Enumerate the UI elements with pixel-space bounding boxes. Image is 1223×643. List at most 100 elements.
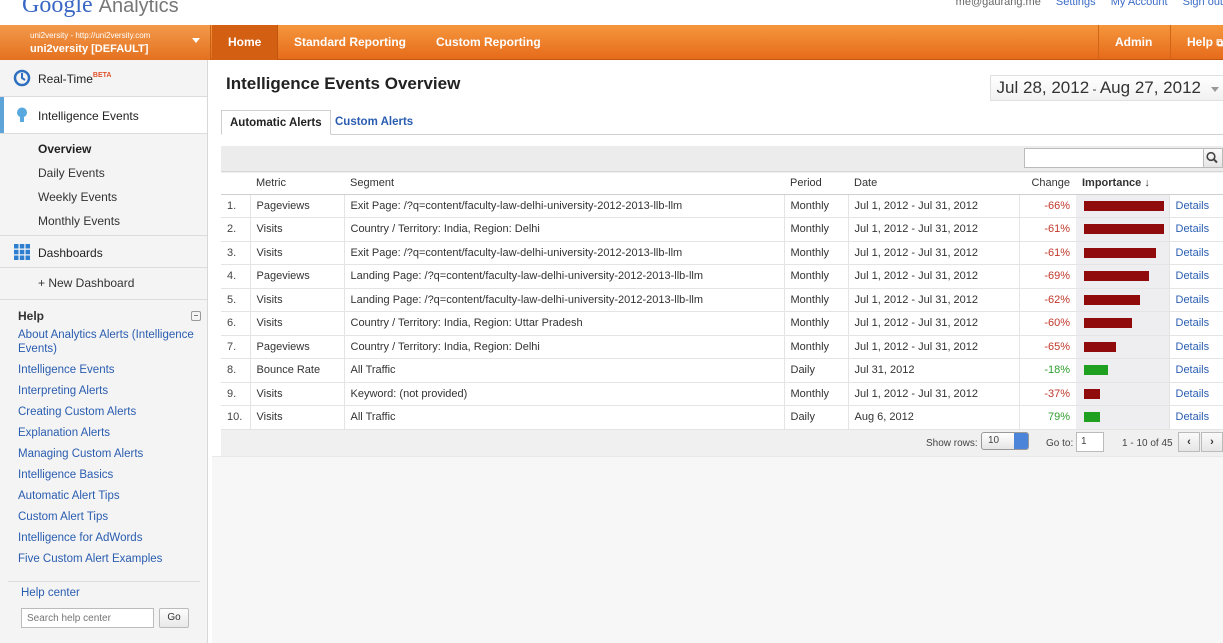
segment-cell: Exit Page: /?q=content/faculty-law-delhi…	[344, 194, 785, 218]
change-cell: -61%	[1019, 241, 1076, 265]
table-row[interactable]: 10. Visits All Traffic Daily Aug 6, 2012 79% D…	[221, 405, 1223, 430]
sidebar-item-intelligence-events[interactable]: Intelligence Events	[0, 97, 207, 134]
help-link-automatic-alert-tips[interactable]: Automatic Alert Tips	[18, 489, 199, 503]
details-link[interactable]: Details	[1169, 311, 1223, 336]
column-header-date[interactable]: Date	[848, 173, 1019, 195]
details-link[interactable]: Details	[1169, 194, 1223, 218]
alert-tabs: Automatic Alerts Custom Alerts	[221, 110, 1223, 135]
nav-help[interactable]: Help ⧉	[1170, 25, 1223, 60]
my-account-link[interactable]: My Account	[1111, 0, 1168, 8]
details-link[interactable]: Details	[1169, 335, 1223, 359]
details-link[interactable]: Details	[1169, 405, 1223, 430]
nav-custom-reporting[interactable]: Custom Reporting	[420, 25, 557, 60]
table-row[interactable]: 6. Visits Country / Territory: India, Regi…	[221, 311, 1223, 336]
sign-out-link[interactable]: Sign out	[1183, 0, 1223, 8]
column-header-segment[interactable]: Segment	[344, 173, 784, 195]
help-link-custom-alert-tips[interactable]: Custom Alert Tips	[18, 510, 199, 524]
help-center-link[interactable]: Help center	[21, 587, 80, 599]
table-row[interactable]: 7. Pageviews Country / Territory: India, R…	[221, 335, 1223, 359]
settings-link[interactable]: Settings	[1056, 0, 1096, 8]
date-cell: Jul 1, 2012 - Jul 31, 2012	[848, 241, 1020, 265]
table-row[interactable]: 8. Bounce Rate All Traffic Daily Jul 31, 201…	[221, 358, 1223, 383]
google-analytics-logo[interactable]: Google Analytics	[22, 0, 179, 19]
sidebar-subitem-overview[interactable]: Overview	[0, 137, 207, 161]
table-row[interactable]: 9. Visits Keyword: (not provided) Monthly Ju…	[221, 382, 1223, 406]
help-search-go-button[interactable]: Go	[159, 608, 189, 628]
change-cell: -65%	[1019, 335, 1076, 359]
user-email: me@gaurang.me	[955, 0, 1041, 8]
collapse-icon[interactable]: –	[191, 311, 201, 321]
importance-bar	[1084, 271, 1149, 281]
importance-bar	[1084, 412, 1100, 422]
help-link-interpreting-alerts[interactable]: Interpreting Alerts	[18, 384, 199, 398]
details-link[interactable]: Details	[1169, 288, 1223, 312]
details-link[interactable]: Details	[1169, 382, 1223, 406]
help-link-intelligence-adwords[interactable]: Intelligence for AdWords	[18, 531, 199, 545]
help-link-managing-custom-alerts[interactable]: Managing Custom Alerts	[18, 447, 199, 461]
segment-cell: All Traffic	[344, 358, 785, 383]
goto-page-input[interactable]: 1	[1076, 432, 1104, 452]
column-header-index	[221, 173, 250, 195]
table-row[interactable]: 2. Visits Country / Territory: India, Regi…	[221, 217, 1223, 242]
segment-cell: Country / Territory: India, Region: Delh…	[344, 217, 785, 242]
account-selector[interactable]: uni2versity - http://uni2versity.com uni…	[0, 25, 211, 60]
nav-standard-reporting[interactable]: Standard Reporting	[278, 25, 422, 60]
row-range: 1 - 10 of 45	[1122, 438, 1173, 449]
search-button[interactable]	[1204, 148, 1223, 168]
row-index: 2.	[221, 217, 251, 242]
help-link-intelligence-basics[interactable]: Intelligence Basics	[18, 468, 199, 482]
sidebar-subitem-weekly-events[interactable]: Weekly Events	[0, 185, 207, 209]
sidebar-subitem-daily-events[interactable]: Daily Events	[0, 161, 207, 185]
nav-admin[interactable]: Admin	[1098, 25, 1168, 60]
tab-automatic-alerts[interactable]: Automatic Alerts	[221, 110, 331, 135]
logo-analytics: Analytics	[98, 0, 179, 17]
change-cell: -69%	[1019, 264, 1076, 289]
next-page-button[interactable]: ›	[1201, 432, 1223, 452]
importance-bar	[1084, 247, 1156, 258]
column-header-metric[interactable]: Metric	[250, 173, 344, 195]
sort-arrow-icon: ↓	[1144, 177, 1150, 190]
details-link[interactable]: Details	[1169, 358, 1223, 383]
period-cell: Daily	[784, 405, 849, 430]
date-cell: Jul 1, 2012 - Jul 31, 2012	[848, 264, 1020, 289]
help-link-about-alerts[interactable]: About Analytics Alerts (Intelligence Eve…	[18, 328, 199, 356]
table-row[interactable]: 4. Pageviews Landing Page: /?q=content/fac…	[221, 264, 1223, 289]
help-link-explanation-alerts[interactable]: Explanation Alerts	[18, 426, 199, 440]
date-separator: -	[1089, 82, 1100, 96]
search-icon	[1206, 151, 1218, 164]
date-cell: Jul 1, 2012 - Jul 31, 2012	[848, 382, 1020, 406]
column-header-period[interactable]: Period	[784, 173, 848, 195]
importance-label: Importance	[1082, 177, 1142, 190]
table-row[interactable]: 5. Visits Landing Page: /?q=content/facult…	[221, 288, 1223, 312]
table-search-input[interactable]	[1024, 148, 1204, 168]
alerts-table: Metric Segment Period Date Change Import…	[221, 173, 1223, 430]
nav-home[interactable]: Home	[212, 25, 279, 60]
help-link-creating-custom-alerts[interactable]: Creating Custom Alerts	[18, 405, 199, 419]
period-cell: Monthly	[784, 382, 849, 406]
metric-cell: Visits	[250, 241, 345, 265]
sidebar-item-dashboards[interactable]: Dashboards	[0, 236, 207, 268]
help-search-input[interactable]	[21, 608, 154, 628]
period-cell: Monthly	[784, 217, 849, 242]
column-header-importance[interactable]: Importance ↓	[1076, 173, 1169, 195]
show-rows-select[interactable]: 10	[981, 432, 1029, 450]
metric-cell: Visits	[250, 311, 345, 336]
details-link[interactable]: Details	[1169, 217, 1223, 242]
previous-page-button[interactable]: ‹	[1178, 432, 1200, 452]
date-cell: Jul 1, 2012 - Jul 31, 2012	[848, 194, 1020, 218]
sidebar-subitem-monthly-events[interactable]: Monthly Events	[0, 209, 207, 233]
tab-custom-alerts[interactable]: Custom Alerts	[327, 110, 421, 135]
help-links: About Analytics Alerts (Intelligence Eve…	[0, 326, 207, 566]
row-index: 1.	[221, 194, 251, 218]
sidebar-item-realtime[interactable]: Real-TimeBETA	[0, 60, 207, 97]
column-header-change[interactable]: Change	[1019, 173, 1076, 195]
date-range-picker[interactable]: Jul 28, 2012 - Aug 27, 2012	[989, 75, 1223, 101]
new-dashboard-link[interactable]: + New Dashboard	[0, 268, 207, 300]
top-links: me@gaurang.me Settings My Account Sign o…	[944, 0, 1223, 8]
details-link[interactable]: Details	[1169, 264, 1223, 289]
help-link-intelligence-events[interactable]: Intelligence Events	[18, 363, 199, 377]
table-row[interactable]: 3. Visits Exit Page: /?q=content/faculty-l…	[221, 241, 1223, 265]
table-row[interactable]: 1. Pageviews Exit Page: /?q=content/facult…	[221, 194, 1223, 218]
details-link[interactable]: Details	[1169, 241, 1223, 265]
help-link-five-custom-alert-examples[interactable]: Five Custom Alert Examples	[18, 552, 199, 566]
